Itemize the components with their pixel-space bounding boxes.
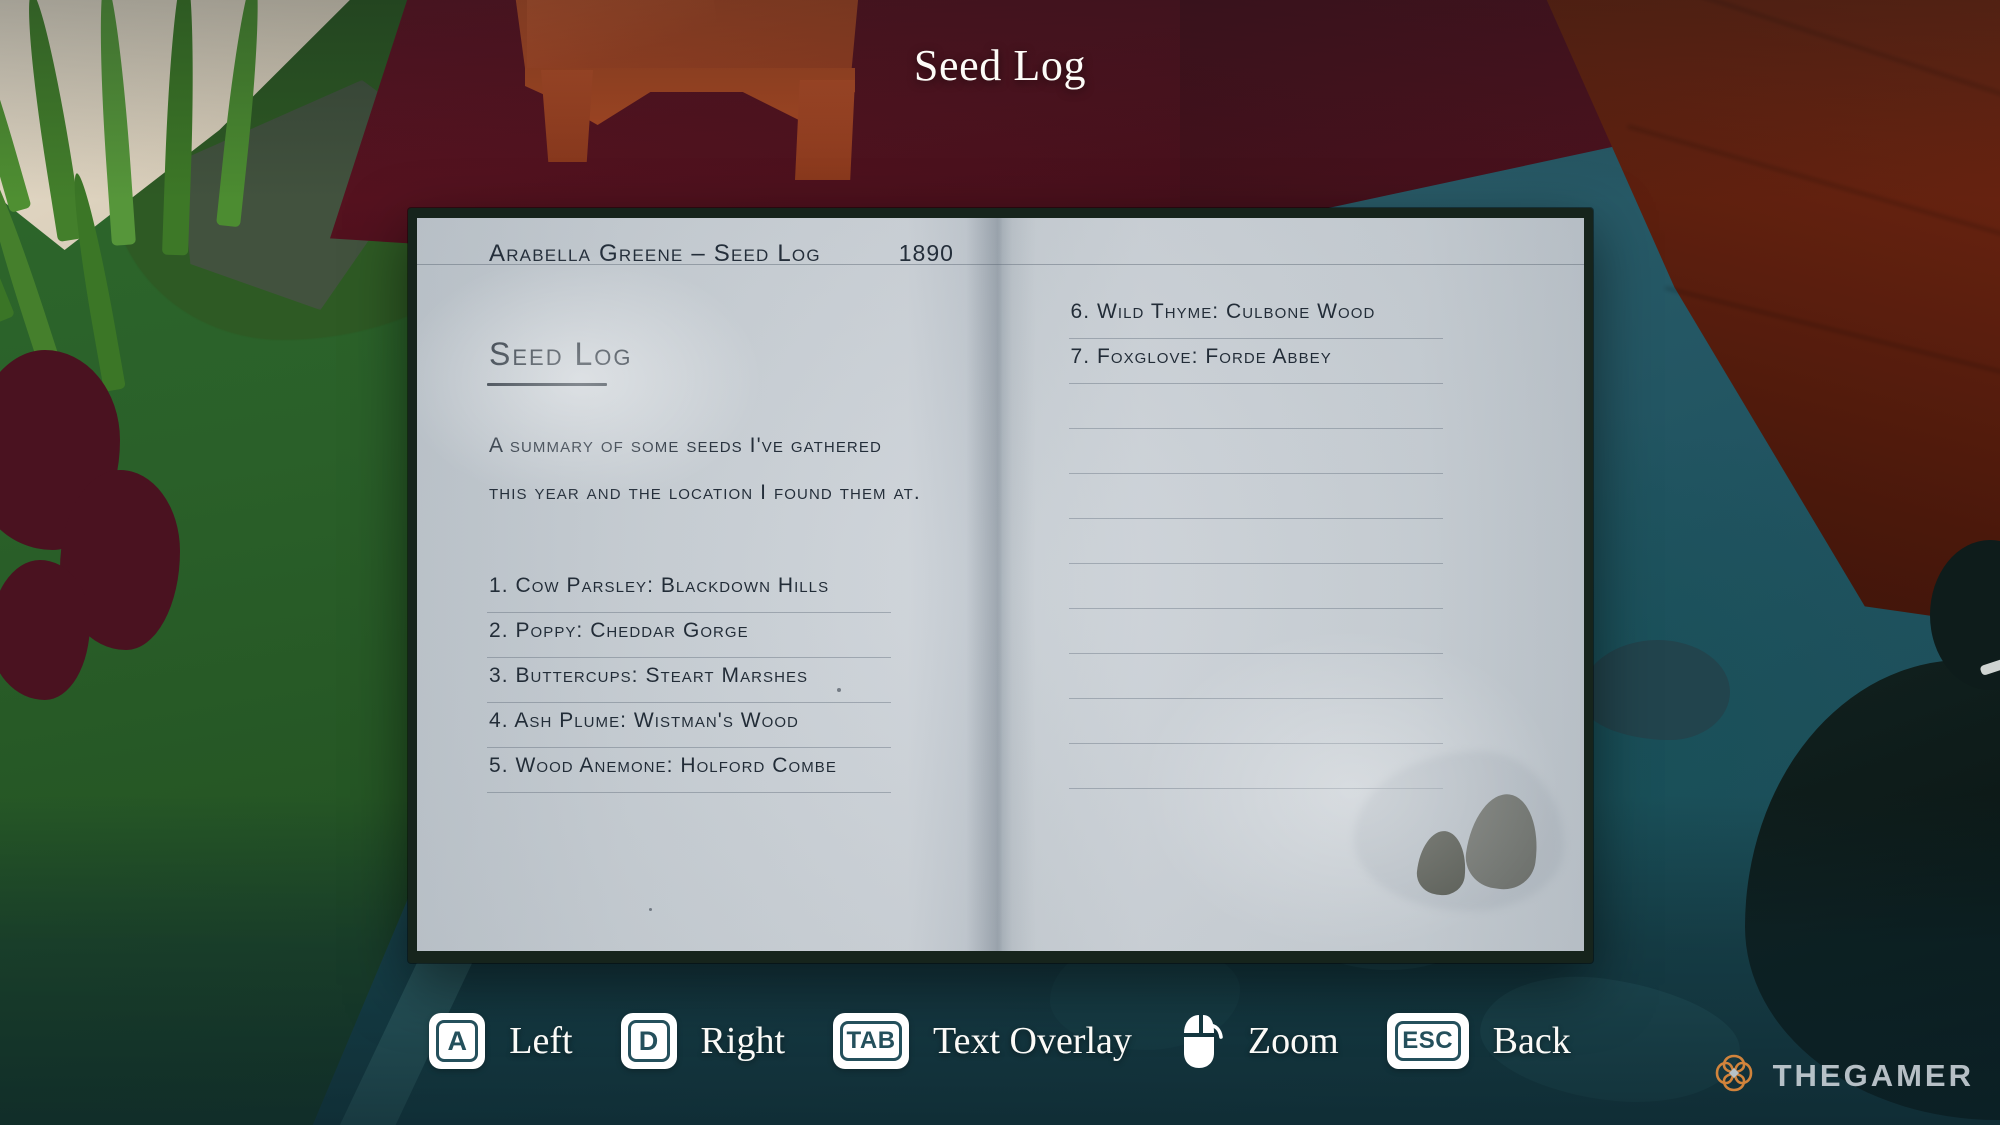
list-item: 4. Ash Plume: Wistman's Wood (487, 703, 947, 748)
mouse-scroll-icon[interactable] (1180, 1011, 1224, 1071)
control-hint-back[interactable]: ESC Back (1386, 1013, 1571, 1069)
control-label-right: Right (700, 1020, 786, 1062)
right-entry-list: 6. Wild Thyme: Culbone Wood 7. Foxglove:… (1068, 294, 1535, 789)
key-a-label: A (436, 1020, 479, 1062)
list-item: 3. Buttercups: Steart Marshes (487, 658, 947, 703)
key-tab-label: TAB (840, 1021, 903, 1061)
book-pages: Arabella Greene – Seed Log 1890 Seed Log… (417, 218, 1584, 951)
paper-speck (837, 688, 841, 692)
blank-ruled-line (1068, 519, 1535, 564)
blank-ruled-line (1068, 654, 1535, 699)
book-year: 1890 (898, 240, 954, 266)
summary-line-1: A summary of some seeds I've gathered (489, 434, 882, 457)
thegamer-logo-icon (1711, 1050, 1757, 1101)
control-label-text-overlay: Text Overlay (933, 1020, 1132, 1062)
control-hint-right[interactable]: D Right (620, 1013, 833, 1069)
book-page-right: 6. Wild Thyme: Culbone Wood 7. Foxglove:… (1000, 218, 1584, 951)
left-entry-list: 1. Cow Parsley: Blackdown Hills 2. Poppy… (487, 568, 947, 793)
header-divider (417, 264, 1001, 265)
heading-underline (487, 383, 607, 386)
paper-speck (649, 908, 652, 911)
blank-ruled-line (1068, 609, 1535, 654)
blank-ruled-line (1068, 474, 1535, 519)
summary-paragraph: A summary of some seeds I've gathered th… (489, 422, 947, 516)
thegamer-watermark: THEGAMER (1711, 1050, 1974, 1101)
seed-illustration (1408, 785, 1545, 898)
blank-ruled-line (1068, 384, 1535, 429)
key-a-icon[interactable]: A (429, 1013, 486, 1069)
key-esc-icon[interactable]: ESC (1386, 1013, 1469, 1069)
control-label-back: Back (1492, 1020, 1571, 1062)
control-label-zoom: Zoom (1247, 1020, 1339, 1062)
control-hint-text-overlay[interactable]: TAB Text Overlay (833, 1013, 1180, 1069)
list-item: 2. Poppy: Cheddar Gorge (487, 613, 947, 658)
control-label-left: Left (509, 1020, 573, 1062)
list-item: 5. Wood Anemone: Holford Combe (487, 748, 947, 793)
game-screen: Seed Log Arabella Greene – Seed Log 1890… (0, 0, 2000, 1125)
control-hint-left[interactable]: A Left (429, 1013, 620, 1069)
list-item: 6. Wild Thyme: Culbone Wood (1068, 294, 1535, 339)
list-item: 7. Foxglove: Forde Abbey (1068, 339, 1535, 384)
blank-ruled-line (1068, 429, 1535, 474)
book-header: Arabella Greene – Seed Log 1890 (473, 240, 953, 278)
left-page-heading: Seed Log (489, 336, 633, 372)
book-page-left: Arabella Greene – Seed Log 1890 Seed Log… (417, 218, 1001, 951)
key-d-label: D (627, 1020, 670, 1062)
control-hint-zoom[interactable]: Zoom (1180, 1011, 1387, 1071)
blank-ruled-line (1068, 564, 1535, 609)
seed-shape-small (1414, 828, 1470, 898)
thegamer-wordmark: THEGAMER (1772, 1057, 1974, 1093)
seed-log-book[interactable]: Arabella Greene – Seed Log 1890 Seed Log… (408, 208, 1593, 963)
header-divider (1000, 264, 1584, 265)
key-tab-icon[interactable]: TAB (833, 1013, 910, 1069)
summary-line-2: this year and the location I found them … (489, 481, 921, 504)
page-title: Seed Log (913, 41, 1087, 90)
blank-ruled-line (1068, 699, 1535, 744)
top-vignette (0, 0, 2000, 200)
key-d-icon[interactable]: D (620, 1013, 677, 1069)
control-hints-bar: A Left D Right TAB Text Overlay Zoom ESC… (0, 1011, 2000, 1071)
list-item: 1. Cow Parsley: Blackdown Hills (487, 568, 947, 613)
key-esc-label: ESC (1394, 1021, 1461, 1061)
seed-shape-large (1461, 789, 1545, 894)
